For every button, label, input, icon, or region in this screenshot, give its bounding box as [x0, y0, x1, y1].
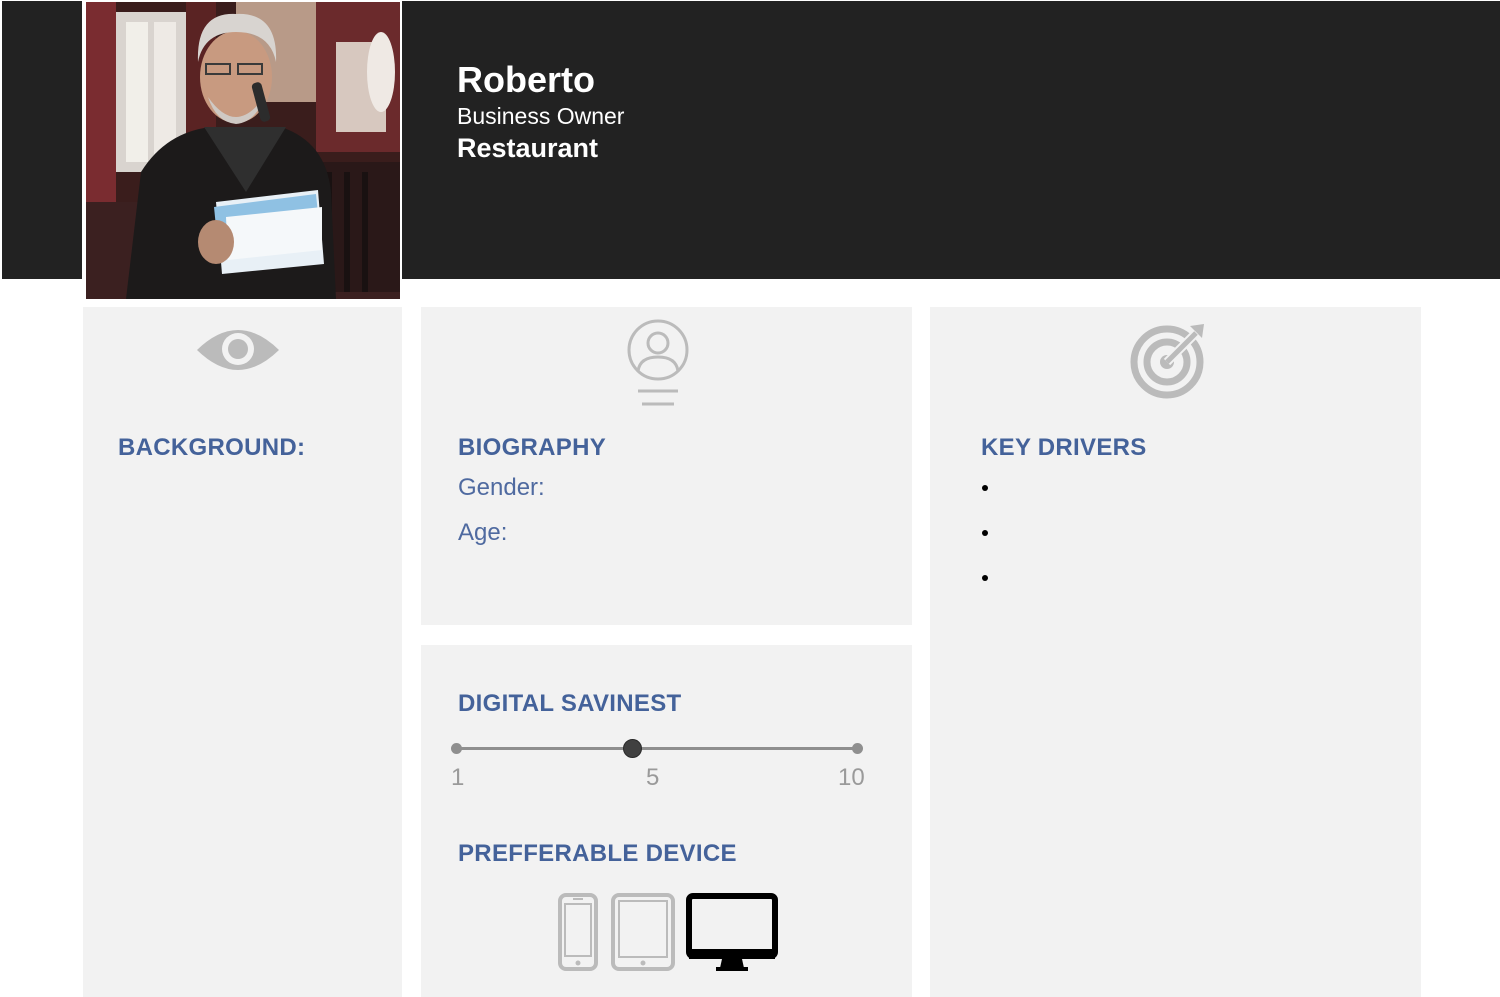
target-icon	[1130, 324, 1204, 399]
tablet-icon[interactable]	[611, 893, 675, 971]
profile-photo-image	[86, 2, 400, 299]
background-panel: BACKGROUND:	[83, 307, 402, 997]
profile-role: Business Owner	[457, 103, 625, 129]
key-drivers-title: KEY DRIVERS	[981, 434, 1147, 461]
digital-savviness-slider[interactable]: 1 5 10	[451, 738, 865, 798]
digital-savviness-title: DIGITAL SAVINEST	[458, 690, 682, 717]
slider-knob[interactable]	[622, 739, 642, 758]
key-drivers-panel: KEY DRIVERS	[930, 307, 1421, 997]
slider-min-dot	[451, 743, 462, 754]
biography-title: BIOGRAPHY	[458, 434, 607, 461]
slider-max-dot	[852, 743, 863, 754]
eye-icon	[197, 330, 279, 370]
device-selector	[558, 893, 778, 973]
background-title: BACKGROUND:	[118, 434, 306, 461]
preferred-device-title: PREFFERABLE DEVICE	[458, 840, 737, 867]
desktop-monitor-icon[interactable]	[686, 893, 778, 973]
slider-label-min: 1	[451, 764, 465, 791]
profile-name: Roberto	[457, 59, 595, 100]
digital-panel: DIGITAL SAVINEST 1 5 10 PREFFERABLE DEVI…	[421, 645, 912, 997]
profile-business: Restaurant	[457, 133, 599, 163]
slider-label-mid: 5	[646, 764, 660, 791]
slider-track	[456, 747, 858, 750]
age-label: Age:	[458, 519, 508, 546]
profile-info: Roberto Business Owner Restaurant	[457, 60, 624, 164]
biography-panel: BIOGRAPHY Gender: Age:	[421, 307, 912, 625]
user-profile-icon	[627, 319, 689, 406]
slider-label-max: 10	[838, 764, 865, 791]
smartphone-icon[interactable]	[558, 893, 598, 971]
profile-photo	[82, 0, 402, 299]
gender-label: Gender:	[458, 474, 545, 501]
